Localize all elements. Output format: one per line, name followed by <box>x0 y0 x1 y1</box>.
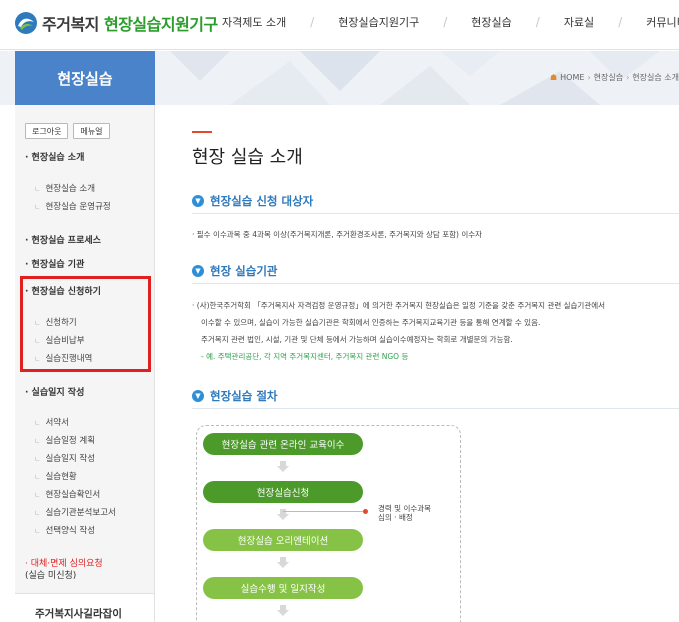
section-divider <box>192 408 679 409</box>
sub-banner: 현장실습 ☗ HOME › 현장실습 › 현장실습 소개 <box>0 51 679 105</box>
section-title-text: 현장실습 절차 <box>210 389 278 403</box>
flow-note-review: 경력 및 이수과목 심의 · 배정 <box>378 504 431 522</box>
flow-note-line1: 경력 및 이수과목 <box>378 504 432 513</box>
nav-item-community[interactable]: 커뮤니티 <box>646 14 679 30</box>
flow-step-practice-journal: 실습수행 및 일지작성 <box>203 577 363 599</box>
sidebar-item-optional-form[interactable]: 선택양식 작성 <box>34 524 95 536</box>
site-header: 주거복지 현장실습지원기구 자격제도 소개 / 현장실습지원기구 / 현장실습 … <box>0 0 679 50</box>
sidebar-item-exemption[interactable]: · 대체·면제 심의요청 (실습 미신청) <box>25 558 103 582</box>
nav-item-certification[interactable]: 자격제도 소개 <box>222 14 286 30</box>
sidebar-item-pledge[interactable]: 서약서 <box>34 416 68 428</box>
main-content: 현장 실습 소개 ▼ 현장실습 신청 대상자 · 필수 이수과목 중 4과목 이… <box>155 105 679 622</box>
section-title-institutions: ▼ 현장 실습기관 <box>192 263 277 279</box>
institutions-text-line3: 주거복지 관련 법인, 시설, 기관 및 단체 등에서 가능하며 실습이수예정자… <box>201 335 513 344</box>
sidebar-group-process[interactable]: · 현장실습 프로세스 <box>25 233 101 246</box>
sidebar-group-intro[interactable]: · 현장실습 소개 <box>25 150 84 163</box>
breadcrumb-current[interactable]: 현장실습 소개 <box>632 72 679 83</box>
nav-item-support-org[interactable]: 현장실습지원기구 <box>338 14 419 30</box>
institutions-text-line1: · (사)한국주거학회 「주거복지사 자격검정 운영규정」에 의거한 주거복지 … <box>192 301 606 310</box>
logo-text-main: 주거복지 <box>42 15 99 34</box>
flow-arrow-down-icon <box>277 605 289 616</box>
nav-separator: / <box>310 15 315 29</box>
sidebar-item-schedule[interactable]: 실습일정 계획 <box>34 434 95 446</box>
sidebar-item-practice-intro[interactable]: 현장실습 소개 <box>34 182 95 194</box>
breadcrumb-home[interactable]: HOME <box>560 73 584 82</box>
chevron-circle-icon: ▼ <box>192 195 204 207</box>
sidebar-group-institutions[interactable]: · 현장실습 기관 <box>25 257 84 270</box>
institutions-text-line2: 이수할 수 있으며, 실습이 가능한 실습기관은 학회에서 인증하는 주거복지교… <box>201 318 541 327</box>
breadcrumb-chevron-icon: › <box>626 73 630 82</box>
flow-note-line2: 심의 · 배정 <box>378 513 413 522</box>
breadcrumb-chevron-icon: › <box>587 73 591 82</box>
flow-arrow-down-icon <box>277 557 289 568</box>
sidebar-item-journal[interactable]: 실습일지 작성 <box>34 452 95 464</box>
site-logo[interactable]: 주거복지 현장실습지원기구 <box>14 11 218 35</box>
sidebar-item-regulations[interactable]: 현장실습 운영규정 <box>34 200 110 212</box>
flow-arrow-down-icon <box>277 461 289 472</box>
logo-emblem-icon <box>14 11 38 35</box>
title-accent-bar <box>192 131 212 133</box>
flow-step-orientation: 현장실습 오리엔테이션 <box>203 529 363 551</box>
highlight-annotation-box <box>20 276 151 372</box>
flow-note-dot-icon <box>363 509 368 514</box>
section-title-procedure: ▼ 현장실습 절차 <box>192 388 277 404</box>
home-icon: ☗ <box>549 73 558 82</box>
eligibility-text: · 필수 이수과목 중 4과목 이상(주거복지개론, 주거환경조사론, 주거복지… <box>192 230 483 239</box>
sidebar-group-journal[interactable]: · 실습일지 작성 <box>25 385 84 398</box>
nav-item-field-practice[interactable]: 현장실습 <box>471 14 511 30</box>
page-title: 현장 실습 소개 <box>192 147 303 168</box>
breadcrumb: ☗ HOME › 현장실습 › 현장실습 소개 <box>550 72 679 83</box>
nav-separator: / <box>443 15 448 29</box>
section-divider <box>192 213 679 214</box>
nav-separator: / <box>535 15 540 29</box>
institutions-text-examples: - 예. 주택관리공단, 각 지역 주거복지센터, 주거복지 관련 NGO 등 <box>201 352 409 361</box>
promo-label: 주거복지사길라잡이 <box>35 608 122 620</box>
nav-separator: / <box>618 15 623 29</box>
sidebar-item-analysis-report[interactable]: 실습기관분석보고서 <box>34 506 115 518</box>
logo-text-accent: 현장실습지원기구 <box>103 15 218 34</box>
banner-section-title: 현장실습 <box>15 51 155 105</box>
nav-item-resources[interactable]: 자료실 <box>564 14 594 30</box>
chevron-circle-icon: ▼ <box>192 390 204 402</box>
section-title-text: 현장실습 신청 대상자 <box>210 194 314 208</box>
breadcrumb-item[interactable]: 현장실습 <box>594 72 623 83</box>
logout-button[interactable]: 로그아웃 <box>25 123 69 139</box>
exemption-label-line2: (실습 미신청) <box>25 571 77 581</box>
sidebar-promo-banner[interactable]: 주거복지사길라잡이 <box>15 593 154 622</box>
section-title-text: 현장 실습기관 <box>210 264 278 278</box>
exemption-label-line1: · 대체·면제 심의요청 <box>25 559 103 569</box>
section-title-eligibility: ▼ 현장실습 신청 대상자 <box>192 193 313 209</box>
section-divider <box>192 283 679 284</box>
flow-step-application: 현장실습신청 <box>203 481 363 503</box>
flow-note-connector <box>283 511 365 512</box>
flow-step-online-education: 현장실습 관련 온라인 교육이수 <box>203 433 363 455</box>
sidebar-item-status[interactable]: 실습현황 <box>34 470 76 482</box>
chevron-circle-icon: ▼ <box>192 265 204 277</box>
global-nav: 자격제도 소개 / 현장실습지원기구 / 현장실습 / 자료실 / 커뮤니티 <box>222 14 679 30</box>
sidebar-item-confirmation[interactable]: 현장실습확인서 <box>34 488 100 500</box>
manual-button[interactable]: 메뉴얼 <box>73 123 110 139</box>
